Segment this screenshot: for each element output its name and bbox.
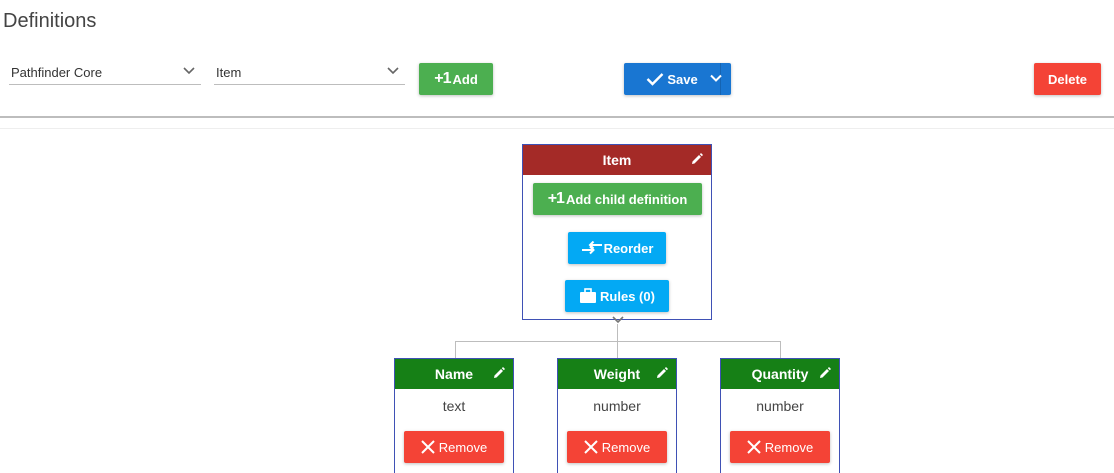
remove-button-label: Remove <box>438 439 488 455</box>
page-title: Definitions <box>3 10 97 32</box>
edit-pencil-icon[interactable] <box>656 367 668 379</box>
edit-pencil-icon[interactable] <box>819 367 831 379</box>
root-node-title: Item <box>602 152 632 168</box>
remove-button-label: Remove <box>601 439 651 455</box>
reorder-button[interactable]: Reorder <box>568 232 666 264</box>
toolbar-divider <box>0 116 1114 118</box>
edit-pencil-icon[interactable] <box>691 153 703 165</box>
child-node-title: Weight <box>593 366 641 382</box>
save-split-button[interactable]: Save <box>624 63 731 95</box>
content-divider <box>0 128 1114 129</box>
child-node-header: Name <box>395 359 513 389</box>
close-icon <box>747 440 761 454</box>
tree-connector-line <box>617 324 618 341</box>
system-select-value: Pathfinder Core <box>11 65 103 80</box>
add-child-definition-button[interactable]: +1 Add child definition <box>533 183 702 215</box>
remove-button[interactable]: Remove <box>567 431 667 463</box>
tree-connector-line <box>455 341 781 342</box>
delete-button-label: Delete <box>1047 71 1088 87</box>
plus-one-icon: +1 <box>434 70 451 87</box>
add-definition-button[interactable]: +1 Add <box>419 63 493 95</box>
child-node-header: Weight <box>558 359 676 389</box>
tree-connector-line <box>617 341 618 359</box>
remove-button[interactable]: Remove <box>730 431 830 463</box>
child-node-title: Name <box>434 366 474 382</box>
save-button[interactable]: Save <box>624 63 720 95</box>
check-icon <box>646 73 664 86</box>
root-node-header: Item <box>523 145 711 175</box>
system-select[interactable]: Pathfinder Core <box>9 61 201 85</box>
child-definition-node-name: Name text Remove <box>394 358 514 473</box>
edit-pencil-icon[interactable] <box>493 367 505 379</box>
add-child-label: Add child definition <box>565 191 688 207</box>
close-icon <box>584 440 598 454</box>
save-button-label: Save <box>667 71 698 87</box>
definition-select-value: Item <box>216 65 242 80</box>
tree-connector-line <box>780 341 781 359</box>
reorder-arrows-icon <box>581 241 602 255</box>
collapse-chevron-icon[interactable] <box>612 316 624 324</box>
remove-button[interactable]: Remove <box>404 431 504 463</box>
reorder-label: Reorder <box>603 240 654 256</box>
chevron-down-icon <box>387 67 399 75</box>
child-node-title: Quantity <box>751 366 809 382</box>
rules-button[interactable]: Rules (0) <box>565 280 669 312</box>
delete-button[interactable]: Delete <box>1034 63 1101 95</box>
child-definition-node-quantity: Quantity number Remove <box>720 358 840 473</box>
chevron-down-icon <box>183 67 195 75</box>
root-definition-node: Item +1 Add child definition Reorder Rul… <box>522 144 712 320</box>
plus-one-icon: +1 <box>547 190 565 207</box>
child-node-type: text <box>442 398 466 414</box>
child-node-type: number <box>756 398 804 414</box>
child-node-type: number <box>593 398 641 414</box>
close-icon <box>421 440 435 454</box>
definition-select[interactable]: Item <box>214 61 405 85</box>
add-button-label: Add <box>452 71 478 87</box>
rules-label: Rules (0) <box>600 288 655 304</box>
child-node-header: Quantity <box>721 359 839 389</box>
tree-connector-line <box>455 341 456 359</box>
chevron-down-icon <box>710 74 722 82</box>
briefcase-icon <box>580 288 597 303</box>
remove-button-label: Remove <box>764 439 814 455</box>
child-definition-node-weight: Weight number Remove <box>557 358 677 473</box>
